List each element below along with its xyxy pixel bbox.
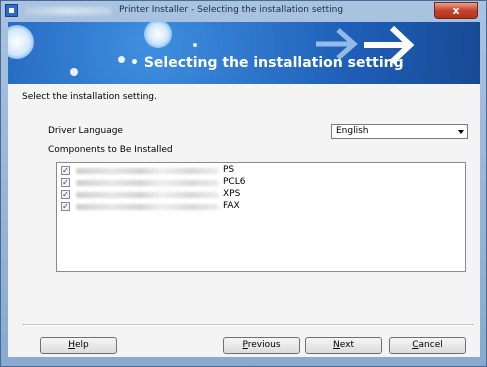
driver-language-value: English [336, 126, 369, 136]
previous-label: revious [247, 340, 281, 350]
list-item[interactable]: ✓ PCL6 [61, 177, 361, 189]
checkbox[interactable]: ✓ [61, 166, 70, 175]
help-button[interactable]: Help [40, 337, 117, 354]
list-item[interactable]: ✓ PS [61, 165, 361, 177]
instruction-text: Select the installation setting. [22, 92, 157, 102]
help-label: elp [75, 340, 89, 350]
driver-language-label: Driver Language [48, 126, 123, 136]
divider [22, 325, 474, 326]
help-mnemonic: H [68, 340, 75, 350]
list-item[interactable]: ✓ XPS [61, 189, 361, 201]
title-bar: Printer Installer - Selecting the instal… [1, 1, 486, 21]
dialog-content: Select the installation setting. Driver … [8, 84, 480, 357]
checkbox[interactable]: ✓ [61, 202, 70, 211]
title-blurred-text [25, 7, 111, 15]
previous-button[interactable]: Previous [223, 337, 300, 354]
component-name: PS [223, 165, 235, 175]
window-title: Printer Installer - Selecting the instal… [119, 5, 344, 15]
chevron-down-icon [458, 130, 464, 134]
components-list[interactable]: ✓ PS ✓ PCL6 ✓ XPS ✓ FAX [56, 162, 466, 272]
blurred-driver-name [76, 192, 219, 198]
components-label: Components to Be Installed [48, 145, 173, 155]
blurred-driver-name [76, 180, 219, 186]
cancel-label: ancel [418, 340, 443, 350]
page-title-text: Selecting the installation setting [143, 55, 404, 71]
checkbox[interactable]: ✓ [61, 190, 70, 199]
banner-decoration-circle [8, 25, 34, 59]
next-mnemonic: N [333, 340, 340, 350]
cancel-button[interactable]: Cancel [389, 337, 466, 354]
blurred-driver-name [76, 168, 219, 174]
component-name: XPS [223, 189, 241, 199]
banner-decoration-dot [193, 43, 197, 47]
component-name: FAX [223, 201, 240, 211]
close-button[interactable]: x [434, 2, 478, 19]
header-banner: • Selecting the installation setting [8, 22, 480, 84]
page-title: • Selecting the installation setting [130, 55, 404, 71]
next-label: ext [339, 340, 354, 350]
driver-language-select[interactable]: English [331, 124, 468, 139]
checkbox[interactable]: ✓ [61, 178, 70, 187]
banner-decoration-circle [144, 22, 172, 48]
installer-window: Printer Installer - Selecting the instal… [0, 0, 487, 367]
banner-decoration-dot [70, 68, 78, 76]
blurred-driver-name [76, 204, 219, 210]
list-item[interactable]: ✓ FAX [61, 201, 361, 213]
banner-decoration-dot [118, 56, 125, 63]
component-name: PCL6 [223, 177, 246, 187]
printer-installer-icon [5, 4, 18, 17]
next-button[interactable]: Next [305, 337, 382, 354]
